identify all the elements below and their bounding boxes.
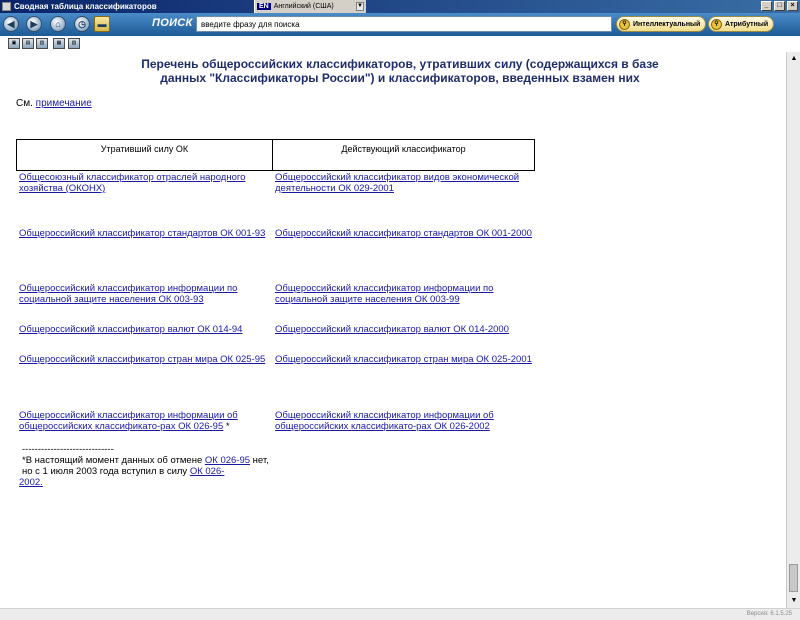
footnote-link-ok-026-95[interactable]: ОК 026-95 [205,455,250,466]
search-toolbar: ◀ ▶ ⌂ ◷ ▬ ПОИСК введите фразу для поиска… [0,13,800,36]
folder-icon[interactable]: ▬ [94,16,110,32]
obsolete-classifier-link[interactable]: Общероссийский классификатор стандартов … [19,228,267,239]
window-titlebar: Сводная таблица классификаторов [0,0,800,13]
table-header: Утративший силу ОК Действующий классифик… [16,139,535,171]
current-classifier-link[interactable]: Общероссийский классификатор стандартов … [275,228,535,239]
language-code: EN [257,3,271,10]
print-icon[interactable]: ▥ [36,38,48,49]
language-name: Английский (США) [273,3,334,10]
home-icon[interactable]: ⌂ [50,16,66,32]
document-content: Перечень общероссийских классификаторов,… [0,52,786,608]
search-label: ПОИСК [152,17,193,29]
search-input[interactable]: введите фразу для поиска [196,16,612,32]
maximize-button[interactable]: □ [774,1,785,11]
history-icon[interactable]: ◷ [74,16,90,32]
vertical-scrollbar[interactable]: ▲ ▼ [786,52,800,608]
intellectual-search-label: Интеллектуальный [633,20,701,28]
forward-arrow-icon[interactable]: ▶ [26,16,42,32]
document-toolbar: ▣ ▤ ▥ ▦ ▧ [0,36,800,52]
current-classifier-link[interactable]: Общероссийский классификатор валют ОК 01… [275,324,535,335]
window-controls: _ □ × [761,1,798,11]
intellectual-search-button[interactable]: ⚲ Интеллектуальный [616,16,707,32]
see-note: См. примечание [16,98,92,109]
obsolete-classifier-cell: Общероссийский классификатор информации … [19,410,267,432]
attribute-search-label: Атрибутный [725,20,769,28]
info-icon[interactable]: ▧ [68,38,80,49]
current-classifier-link[interactable]: Общероссийский классификатор видов эконо… [275,172,535,194]
search-icon: ⚲ [711,18,722,30]
obsolete-classifier-link[interactable]: Общероссийский классификатор информации … [19,283,267,305]
footnote-star: * [225,421,230,432]
minimize-button[interactable]: _ [761,1,772,11]
obsolete-classifier-link[interactable]: Общесоюзный классификатор отраслей народ… [19,172,267,194]
close-button[interactable]: × [787,1,798,11]
footnote-text: *В настоящий момент данных об отмене [22,455,203,466]
chevron-down-icon[interactable]: ▼ [356,2,364,11]
current-classifier-link[interactable]: Общероссийский классификатор стран мира … [275,354,535,365]
column-header-obsolete: Утративший силу ОК [17,140,273,170]
current-classifier-link[interactable]: Общероссийский классификатор информации … [275,283,535,305]
current-classifier-link[interactable]: Общероссийский классификатор информации … [275,410,535,432]
search-icon: ⚲ [619,18,630,30]
version-label: Версия: 6.1.5.25 [746,611,792,617]
scroll-down-icon[interactable]: ▼ [787,594,800,608]
note-link[interactable]: примечание [36,98,92,109]
footnote-link-ok-026-2002[interactable]: ОК 026- [190,466,225,477]
page-title: Перечень общероссийских классификаторов,… [141,57,659,85]
back-arrow-icon[interactable]: ◀ [3,16,19,32]
obsolete-classifier-link[interactable]: Общероссийский классификатор валют ОК 01… [19,324,267,335]
footnote-separator: ----------------------------- [22,444,114,455]
obsolete-classifier-link[interactable]: Общероссийский классификатор стран мира … [19,354,267,365]
footnote: *В настоящий момент данных об отмене ОК … [22,455,270,477]
save-icon[interactable]: ▣ [8,38,20,49]
see-prefix: См. [16,98,33,109]
window-title: Сводная таблица классификаторов [14,2,157,11]
status-bar: Версия: 6.1.5.25 [0,608,800,620]
copy-icon[interactable]: ▦ [53,38,65,49]
language-selector[interactable]: EN Английский (США) ▼ [254,0,366,13]
footnote-link-ok-026-2002-cont[interactable]: 2002. [19,477,43,488]
obsolete-classifier-link[interactable]: Общероссийский классификатор информации … [19,410,238,432]
export-icon[interactable]: ▤ [22,38,34,49]
scroll-up-icon[interactable]: ▲ [787,52,800,66]
scroll-thumb[interactable] [789,564,798,592]
column-header-current: Действующий классификатор [341,144,466,154]
attribute-search-button[interactable]: ⚲ Атрибутный [708,16,775,32]
